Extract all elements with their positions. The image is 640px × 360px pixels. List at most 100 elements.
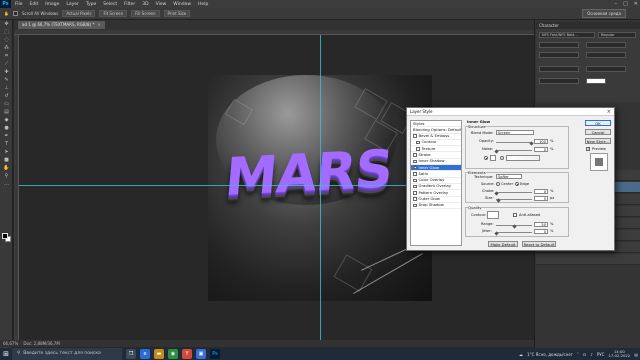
chrome-icon[interactable]: ◉ [168, 349, 178, 359]
clock[interactable]: 14:00 17.02.2022 [608, 349, 630, 359]
network-icon[interactable]: ⊡ [583, 352, 586, 357]
glow-gradient-picker[interactable] [506, 155, 540, 161]
type-tool-icon[interactable]: T [2, 141, 11, 147]
glow-color-swatch[interactable] [490, 155, 496, 161]
style-checkbox[interactable] [413, 172, 417, 176]
layer-row[interactable] [536, 254, 640, 265]
language-indicator[interactable]: РУС [597, 352, 605, 357]
anti-aliased-checkbox[interactable] [513, 213, 517, 217]
ok-button[interactable]: OK [585, 120, 611, 126]
fill-screen-button[interactable]: Fill Screen [131, 10, 160, 17]
windows-start-icon[interactable]: ⊞ [0, 348, 12, 360]
history-brush-tool-icon[interactable]: ↺ [2, 93, 11, 99]
style-list-item[interactable]: Drop Shadow [411, 202, 461, 210]
move-tool-icon[interactable]: ✥ [2, 21, 11, 27]
edge-icon[interactable]: e [140, 349, 150, 359]
menu-image[interactable]: Image [45, 2, 59, 7]
tracking-field[interactable] [586, 52, 626, 58]
blur-tool-icon[interactable]: ◆ [2, 117, 11, 123]
menu-edit[interactable]: Edit [30, 2, 39, 7]
preview-checkbox[interactable]: ✓ [586, 146, 590, 151]
noise-slider[interactable] [496, 150, 532, 151]
stamp-tool-icon[interactable]: ⊥ [2, 85, 11, 91]
weather-icon[interactable]: ☁ [519, 352, 523, 357]
menu-help[interactable]: Help [198, 2, 208, 7]
document-tab[interactable]: ad 1 @ 66,7% (TEXTMARS, RGB/8) * × [18, 21, 105, 29]
dialog-close-icon[interactable]: × [607, 108, 611, 116]
brush-tool-icon[interactable]: ✎ [2, 77, 11, 83]
close-icon[interactable]: ✕ [634, 1, 638, 7]
technique-select[interactable]: Softer [496, 174, 522, 179]
yandex-browser-icon[interactable]: Y [182, 349, 192, 359]
lasso-tool-icon[interactable]: ◌ [2, 37, 11, 43]
gradient-radio[interactable] [500, 156, 504, 160]
weather-text[interactable]: 1°C Ясно, дождь/снег [527, 352, 573, 357]
jitter-input[interactable]: 0 [534, 229, 548, 234]
style-checkbox[interactable] [413, 197, 417, 201]
zoom-tool-icon[interactable]: ⚲ [2, 173, 11, 179]
menu-filter[interactable]: Filter [124, 2, 135, 7]
color-radio[interactable] [484, 156, 488, 160]
dodge-tool-icon[interactable]: ● [2, 125, 11, 131]
style-checkbox[interactable] [413, 165, 417, 170]
style-checkbox[interactable] [416, 147, 420, 151]
contour-picker[interactable] [487, 211, 499, 219]
photoshop-taskbar-icon[interactable]: Ps [210, 349, 220, 359]
opacity-slider[interactable] [496, 142, 532, 143]
crop-tool-icon[interactable]: ⌗ [2, 53, 11, 59]
zoom-level[interactable]: 66,67% [3, 341, 18, 346]
blend-mode-select[interactable]: Screen [496, 130, 534, 135]
menu-window[interactable]: Window [173, 2, 191, 7]
workspace-select[interactable]: Основная среда [582, 9, 626, 18]
opacity-input[interactable]: 100 [534, 139, 548, 144]
source-center-radio[interactable] [496, 182, 500, 186]
new-style-button[interactable]: New Style... [585, 138, 611, 144]
style-checkbox[interactable] [416, 140, 420, 145]
gradient-tool-icon[interactable]: ▤ [2, 109, 11, 115]
store-icon[interactable]: ▣ [196, 349, 206, 359]
task-view-icon[interactable]: ❐ [126, 349, 136, 359]
style-checkbox[interactable] [413, 191, 417, 195]
vertical-guide[interactable] [320, 35, 321, 340]
style-checkbox[interactable] [413, 178, 417, 183]
style-checkbox[interactable] [413, 153, 417, 157]
cancel-button[interactable]: Cancel [585, 129, 611, 135]
fit-screen-button[interactable]: Fit Screen [99, 10, 128, 17]
vertical-scale-field[interactable] [539, 66, 579, 72]
marquee-tool-icon[interactable]: ⬚ [2, 29, 11, 35]
menu-view[interactable]: View [156, 2, 167, 7]
choke-input[interactable]: 0 [534, 189, 548, 194]
font-style-select[interactable]: Regular [598, 32, 636, 38]
tray-arrow-icon[interactable]: ˄ [577, 352, 579, 357]
scroll-all-checkbox[interactable] [12, 11, 18, 16]
taskbar-search[interactable]: ⚲ Введите здесь текст для поиска [12, 348, 122, 360]
horizontal-scale-field[interactable] [586, 66, 626, 72]
size-slider[interactable] [496, 199, 532, 200]
style-checkbox[interactable] [413, 203, 417, 208]
baseline-shift-field[interactable] [539, 78, 579, 84]
font-family-select[interactable]: NFS Font/NFS Bold... [539, 32, 595, 38]
menu-layer[interactable]: Layer [66, 2, 79, 7]
menu-type[interactable]: Type [86, 2, 96, 7]
file-explorer-icon[interactable]: ▬ [154, 349, 164, 359]
hand-tool-icon[interactable]: ✋ [2, 165, 11, 171]
healing-tool-icon[interactable]: ✚ [2, 69, 11, 75]
character-panel-title[interactable]: Character [536, 22, 640, 29]
path-select-tool-icon[interactable]: ➤ [2, 149, 11, 155]
choke-slider[interactable] [496, 192, 532, 193]
size-input[interactable]: 5 [534, 196, 548, 201]
maximize-icon[interactable]: □ [623, 1, 628, 7]
style-checkbox[interactable] [413, 184, 417, 189]
print-size-button[interactable]: Print Size [163, 10, 191, 17]
kerning-field[interactable] [539, 52, 579, 58]
menu-file[interactable]: File [15, 2, 23, 7]
eyedropper-tool-icon[interactable]: ⟋ [2, 61, 11, 67]
make-default-button[interactable]: Make Default [488, 241, 518, 247]
notifications-icon[interactable]: ▤ [634, 352, 638, 357]
range-input[interactable]: 50 [534, 222, 548, 227]
menu-select[interactable]: Select [103, 2, 117, 7]
close-tab-icon[interactable]: × [97, 22, 100, 27]
eraser-tool-icon[interactable]: ▭ [2, 101, 11, 107]
noise-input[interactable]: 0 [534, 147, 548, 152]
menu-3d[interactable]: 3D [142, 2, 148, 7]
